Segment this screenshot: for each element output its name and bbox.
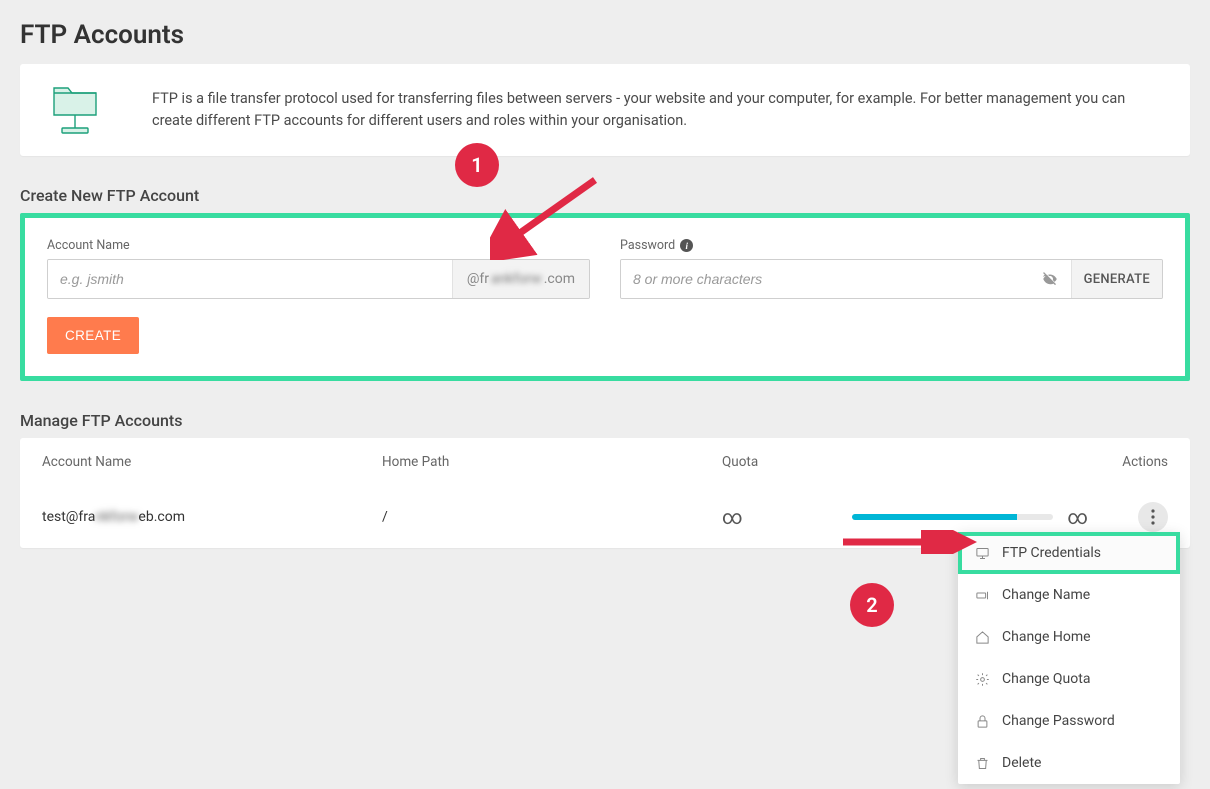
th-home: Home Path (382, 454, 722, 470)
password-field: Password i GENERATE (620, 238, 1163, 299)
menu-change-password[interactable]: Change Password (958, 700, 1180, 742)
menu-change-quota[interactable]: Change Quota (958, 658, 1180, 700)
menu-label: Change Home (1002, 629, 1091, 645)
cell-quota: ∞ (722, 505, 852, 529)
trash-icon (974, 756, 990, 771)
manage-accounts-card: Account Name Home Path Quota Actions tes… (20, 438, 1190, 548)
page-title: FTP Accounts (20, 20, 1190, 50)
rename-icon (974, 588, 990, 603)
password-input[interactable] (621, 260, 1029, 298)
manage-section-title: Manage FTP Accounts (20, 411, 1190, 430)
th-actions: Actions (1088, 454, 1168, 470)
domain-suffix: @frankforw.com (452, 260, 589, 298)
actions-dropdown: FTP Credentials Change Name Change Home … (958, 532, 1180, 784)
usage-limit: ∞ (1067, 505, 1088, 529)
lock-icon (974, 714, 990, 729)
th-account: Account Name (42, 454, 382, 470)
menu-ftp-credentials[interactable]: FTP Credentials (958, 532, 1180, 574)
home-icon (974, 630, 990, 645)
info-card: FTP is a file transfer protocol used for… (20, 64, 1190, 156)
annotation-arrow-1 (490, 170, 610, 260)
gear-icon (974, 672, 990, 687)
th-quota: Quota (722, 454, 852, 470)
menu-change-home[interactable]: Change Home (958, 616, 1180, 658)
menu-change-name[interactable]: Change Name (958, 574, 1180, 616)
actions-menu-button[interactable] (1138, 502, 1168, 532)
account-name-input[interactable] (48, 260, 452, 298)
menu-label: Change Name (1002, 587, 1090, 603)
menu-label: Delete (1002, 755, 1041, 771)
cell-usage: ∞ (852, 505, 1088, 529)
annotation-badge-1: 1 (455, 143, 499, 187)
info-icon[interactable]: i (680, 239, 693, 252)
annotation-badge-2: 2 (850, 583, 894, 627)
menu-label: Change Quota (1002, 671, 1090, 687)
menu-label: FTP Credentials (1002, 545, 1101, 561)
usage-progress-bar (852, 514, 1053, 520)
cell-home-path: / (382, 509, 722, 525)
table-header: Account Name Home Path Quota Actions (20, 438, 1190, 486)
info-description: FTP is a file transfer protocol used for… (152, 88, 1168, 133)
cell-account: test@frankforweb.com (42, 509, 382, 525)
ftp-folder-icon (42, 82, 112, 138)
toggle-visibility-icon[interactable] (1029, 260, 1071, 298)
password-label: Password (620, 238, 675, 253)
menu-delete[interactable]: Delete (958, 742, 1180, 784)
generate-button[interactable]: GENERATE (1071, 260, 1162, 298)
create-button[interactable]: CREATE (47, 317, 139, 354)
annotation-arrow-2 (838, 530, 978, 554)
menu-label: Change Password (1002, 713, 1115, 729)
